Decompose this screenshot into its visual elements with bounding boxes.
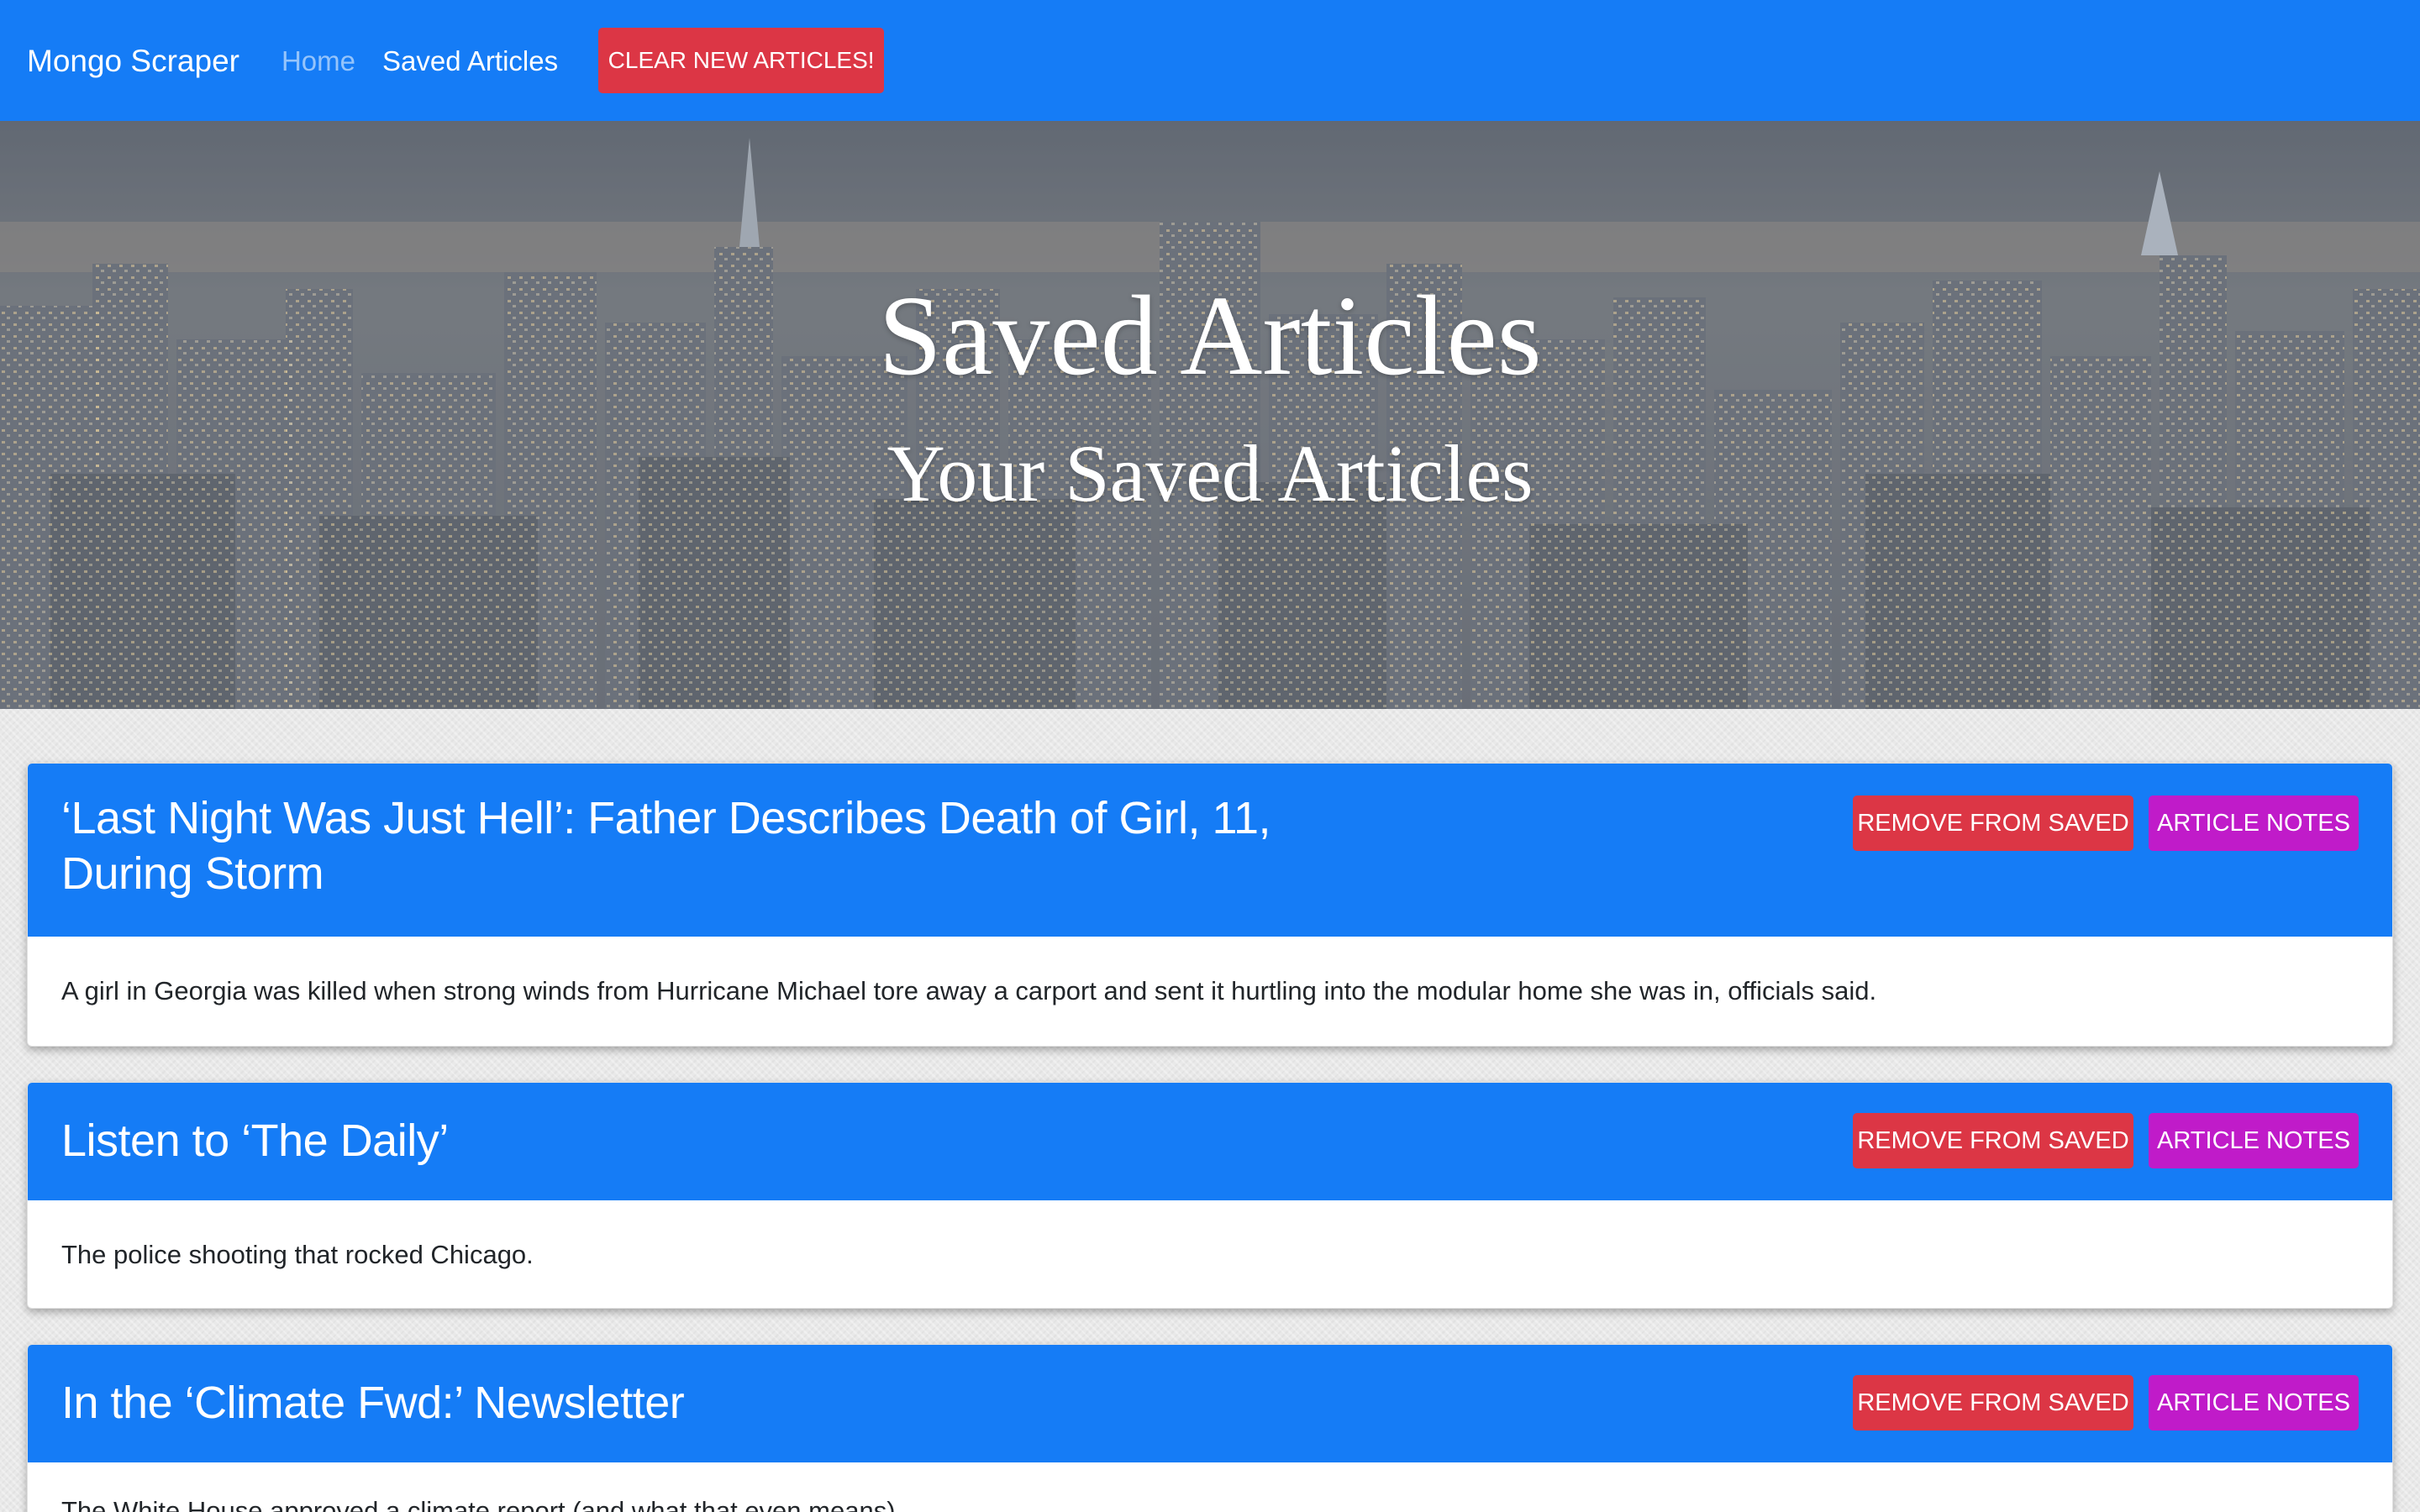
article-summary: The White House approved a climate repor… [61, 1496, 903, 1512]
article-actions: REMOVE FROM SAVED ARTICLE NOTES [1853, 1113, 2359, 1168]
article-actions: REMOVE FROM SAVED ARTICLE NOTES [1853, 795, 2359, 851]
article-card-header: ‘Last Night Was Just Hell’: Father Descr… [28, 764, 2392, 937]
nav-link-saved-articles[interactable]: Saved Articles [382, 47, 558, 75]
article-notes-button[interactable]: ARTICLE NOTES [2149, 795, 2359, 851]
hero-subtitle: Your Saved Articles [886, 428, 1534, 518]
brand-link[interactable]: Mongo Scraper [27, 45, 239, 76]
article-card: Listen to ‘The Daily’ REMOVE FROM SAVED … [27, 1082, 2393, 1309]
article-title-line: ‘Last Night Was Just Hell’: Father Descr… [61, 793, 1271, 843]
clear-new-articles-button[interactable]: CLEAR NEW ARTICLES! [598, 28, 885, 93]
article-card-header: Listen to ‘The Daily’ REMOVE FROM SAVED … [28, 1083, 2392, 1200]
hero-title: Saved Articles [878, 273, 1542, 399]
hero-overlay [0, 121, 2420, 709]
article-card: In the ‘Climate Fwd:’ Newsletter REMOVE … [27, 1344, 2393, 1512]
navbar: Mongo Scraper Home Saved Articles CLEAR … [0, 0, 2420, 121]
article-title[interactable]: ‘Last Night Was Just Hell’: Father Descr… [61, 790, 1271, 901]
article-card-header: In the ‘Climate Fwd:’ Newsletter REMOVE … [28, 1345, 2392, 1462]
article-title-line: During Storm [61, 848, 324, 899]
article-notes-button[interactable]: ARTICLE NOTES [2149, 1113, 2359, 1168]
article-summary: A girl in Georgia was killed when strong… [61, 976, 1877, 1005]
remove-from-saved-button[interactable]: REMOVE FROM SAVED [1853, 1113, 2133, 1168]
article-actions: REMOVE FROM SAVED ARTICLE NOTES [1853, 1375, 2359, 1431]
article-summary: The police shooting that rocked Chicago. [61, 1240, 534, 1269]
article-card: ‘Last Night Was Just Hell’: Father Descr… [27, 763, 2393, 1047]
article-notes-button[interactable]: ARTICLE NOTES [2149, 1375, 2359, 1431]
article-title[interactable]: Listen to ‘The Daily’ [61, 1113, 449, 1168]
hero-banner: Saved Articles Your Saved Articles [0, 121, 2420, 709]
remove-from-saved-button[interactable]: REMOVE FROM SAVED [1853, 795, 2133, 851]
nav-link-home[interactable]: Home [281, 47, 355, 75]
remove-from-saved-button[interactable]: REMOVE FROM SAVED [1853, 1375, 2133, 1431]
article-title[interactable]: In the ‘Climate Fwd:’ Newsletter [61, 1375, 685, 1431]
